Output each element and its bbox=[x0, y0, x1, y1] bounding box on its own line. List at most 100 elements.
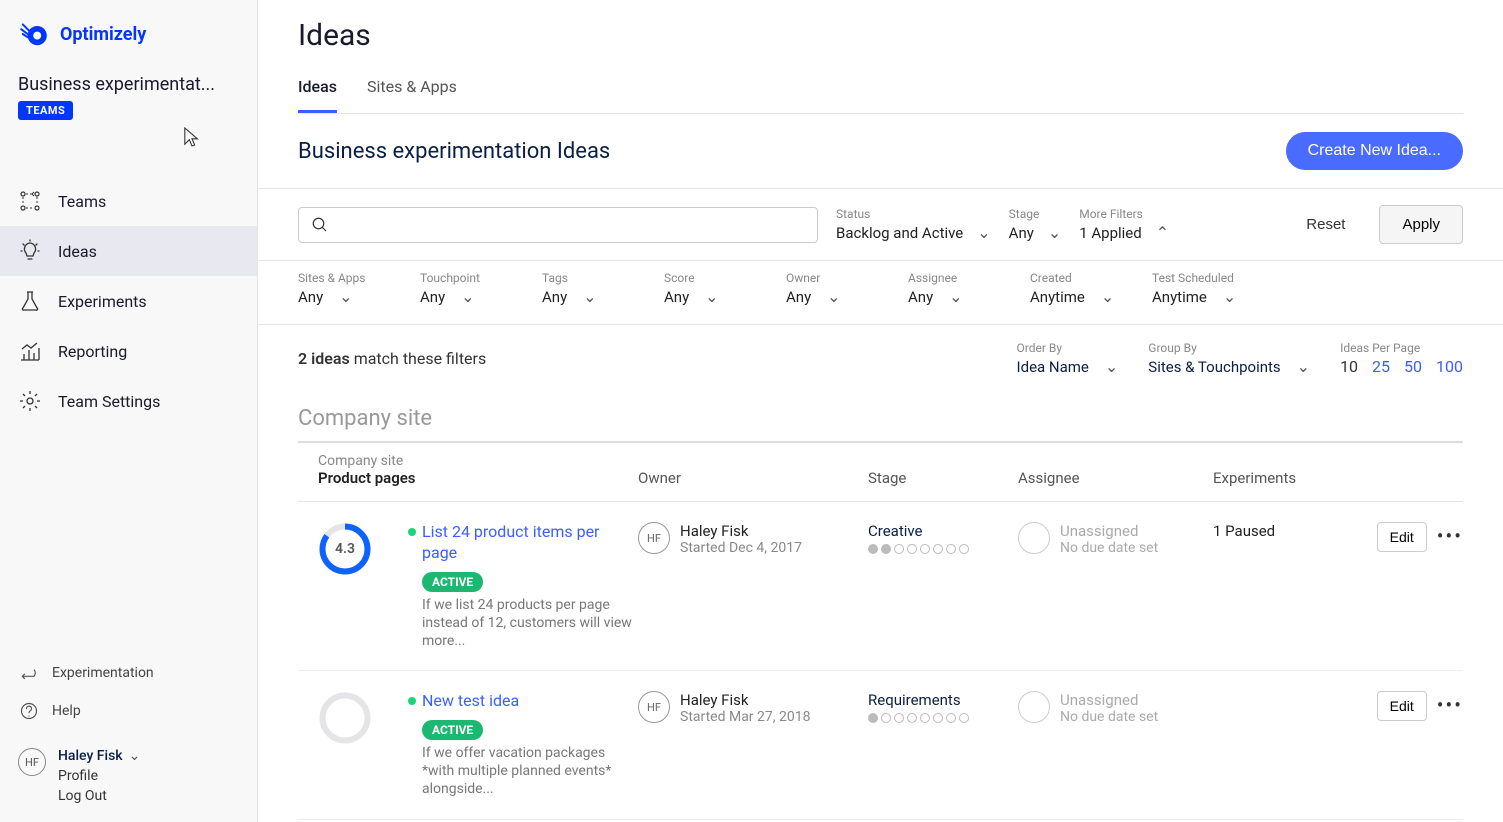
tab-ideas[interactable]: Ideas bbox=[298, 67, 337, 113]
filter-assignee[interactable]: AssigneeAny⌄ bbox=[908, 271, 998, 306]
sidebar-nav: Teams Ideas Experiments Reporting bbox=[0, 176, 257, 426]
experiments-cell: 1 Paused bbox=[1213, 522, 1363, 540]
help-link[interactable]: Help bbox=[18, 692, 239, 730]
sidebar-item-label: Teams bbox=[58, 192, 106, 211]
assignee-name: Unassigned bbox=[1060, 522, 1158, 540]
th-touchpoint: Product pages bbox=[318, 469, 638, 487]
status-dot-icon bbox=[408, 697, 416, 705]
avatar[interactable]: HF bbox=[638, 522, 670, 554]
filter-score[interactable]: ScoreAny⌄ bbox=[664, 271, 754, 306]
search-icon bbox=[311, 216, 329, 234]
sidebar-item-experiments[interactable]: Experiments bbox=[0, 276, 257, 326]
experimentation-link[interactable]: Experimentation bbox=[18, 654, 239, 692]
active-badge: ACTIVE bbox=[422, 720, 483, 740]
filter-scheduled[interactable]: Test ScheduledAnytime⌄ bbox=[1152, 271, 1242, 306]
chevron-up-icon: ⌃ bbox=[1156, 223, 1169, 242]
avatar-empty[interactable] bbox=[1018, 522, 1050, 554]
idea-row: 4.3 List 24 product items per page ACTIV… bbox=[298, 502, 1463, 671]
sidebar-item-ideas[interactable]: Ideas bbox=[0, 226, 257, 276]
more-menu-icon[interactable]: ••• bbox=[1437, 522, 1463, 546]
filter-touchpoint[interactable]: TouchpointAny⌄ bbox=[420, 271, 510, 306]
filter-label: Stage bbox=[1009, 207, 1062, 221]
avatar[interactable]: HF bbox=[18, 748, 46, 776]
page-header: Ideas Ideas Sites & Apps bbox=[258, 0, 1503, 114]
owner-name: Haley Fisk bbox=[680, 691, 810, 709]
chevron-down-icon: ⌄ bbox=[1101, 287, 1114, 306]
th-assignee: Assignee bbox=[1018, 453, 1213, 487]
filter-status[interactable]: Status Backlog and Active ⌄ bbox=[836, 207, 991, 242]
edit-button[interactable]: Edit bbox=[1377, 691, 1427, 721]
th-experiments: Experiments bbox=[1213, 453, 1363, 487]
stage-progress bbox=[868, 544, 1018, 554]
group-by-select[interactable]: Group By Sites & Touchpoints⌄ bbox=[1148, 341, 1310, 376]
chevron-down-icon: ⌄ bbox=[827, 287, 840, 306]
filters-row-extra: Sites & AppsAny⌄ TouchpointAny⌄ TagsAny⌄… bbox=[258, 261, 1503, 325]
table-head: Company site Product pages Owner Stage A… bbox=[298, 443, 1463, 502]
chevron-down-icon: ⌄ bbox=[949, 287, 962, 306]
help-icon bbox=[18, 700, 40, 722]
per-page-100[interactable]: 100 bbox=[1436, 357, 1463, 376]
project-name: Business experimentat... bbox=[18, 74, 239, 95]
chevron-down-icon: ⌄ bbox=[1048, 223, 1061, 242]
profile-link[interactable]: Profile bbox=[58, 768, 140, 784]
avatar-empty[interactable] bbox=[1018, 691, 1050, 723]
teams-icon bbox=[18, 189, 42, 213]
search-input[interactable] bbox=[298, 207, 818, 243]
per-page-25[interactable]: 25 bbox=[1372, 357, 1390, 376]
tabs: Ideas Sites & Apps bbox=[298, 67, 1463, 114]
filter-label: More Filters bbox=[1079, 207, 1169, 221]
avatar[interactable]: HF bbox=[638, 691, 670, 723]
filter-owner[interactable]: OwnerAny⌄ bbox=[786, 271, 876, 306]
th-owner: Owner bbox=[638, 453, 868, 487]
page-title: Ideas bbox=[298, 18, 1463, 53]
assignee-cell: Unassigned No due date set bbox=[1018, 691, 1213, 725]
user-name: Haley Fisk bbox=[58, 748, 123, 764]
footer-label: Experimentation bbox=[52, 665, 154, 681]
stage-progress bbox=[868, 713, 1018, 723]
subheader-title: Business experimentation Ideas bbox=[298, 139, 610, 164]
edit-button[interactable]: Edit bbox=[1377, 522, 1427, 552]
logo[interactable]: Optimizely bbox=[0, 18, 257, 68]
optimizely-logo-icon bbox=[18, 18, 50, 50]
order-by-select[interactable]: Order By Idea Name⌄ bbox=[1017, 341, 1119, 376]
apply-button[interactable]: Apply bbox=[1379, 205, 1463, 244]
owner-name: Haley Fisk bbox=[680, 522, 802, 540]
chart-icon bbox=[18, 339, 42, 363]
reset-button[interactable]: Reset bbox=[1290, 206, 1361, 243]
back-arrow-icon bbox=[18, 662, 40, 684]
filter-sites-apps[interactable]: Sites & AppsAny⌄ bbox=[298, 271, 388, 306]
due-date: No due date set bbox=[1060, 709, 1158, 725]
per-page-10[interactable]: 10 bbox=[1340, 357, 1358, 376]
filter-more[interactable]: More Filters 1 Applied ⌃ bbox=[1079, 207, 1169, 242]
sidebar-item-teams[interactable]: Teams bbox=[0, 176, 257, 226]
due-date: No due date set bbox=[1060, 540, 1158, 556]
chevron-down-icon: ⌄ bbox=[1105, 357, 1118, 376]
filter-created[interactable]: CreatedAnytime⌄ bbox=[1030, 271, 1120, 306]
score-ring: 4.3 bbox=[318, 522, 372, 576]
filter-label: Status bbox=[836, 207, 991, 221]
create-new-idea-button[interactable]: Create New Idea... bbox=[1286, 132, 1463, 170]
flask-icon bbox=[18, 289, 42, 313]
sidebar-item-reporting[interactable]: Reporting bbox=[0, 326, 257, 376]
tab-sites-apps[interactable]: Sites & Apps bbox=[367, 67, 457, 113]
filter-tags[interactable]: TagsAny⌄ bbox=[542, 271, 632, 306]
idea-title-link[interactable]: New test idea bbox=[422, 691, 519, 712]
active-badge: ACTIVE bbox=[422, 572, 483, 592]
sidebar-item-settings[interactable]: Team Settings bbox=[0, 376, 257, 426]
results-count: 2 ideas match these filters bbox=[298, 349, 486, 368]
owner-cell: HF Haley Fisk Started Dec 4, 2017 bbox=[638, 522, 868, 556]
user-menu[interactable]: Haley Fisk ⌄ bbox=[58, 748, 140, 764]
sidebar: Optimizely Business experimentat... TEAM… bbox=[0, 0, 258, 822]
project-info: Business experimentat... TEAMS bbox=[0, 68, 257, 166]
chevron-down-icon: ⌄ bbox=[339, 287, 352, 306]
logout-link[interactable]: Log Out bbox=[58, 788, 140, 804]
chevron-down-icon: ⌄ bbox=[705, 287, 718, 306]
score-ring bbox=[318, 691, 372, 745]
stage-name: Creative bbox=[868, 522, 1018, 540]
stage-cell: Requirements bbox=[868, 691, 1018, 723]
more-menu-icon[interactable]: ••• bbox=[1437, 691, 1463, 715]
cursor-icon bbox=[183, 126, 201, 148]
filter-stage[interactable]: Stage Any ⌄ bbox=[1009, 207, 1062, 242]
idea-title-link[interactable]: List 24 product items per page bbox=[422, 522, 638, 564]
per-page-50[interactable]: 50 bbox=[1404, 357, 1422, 376]
